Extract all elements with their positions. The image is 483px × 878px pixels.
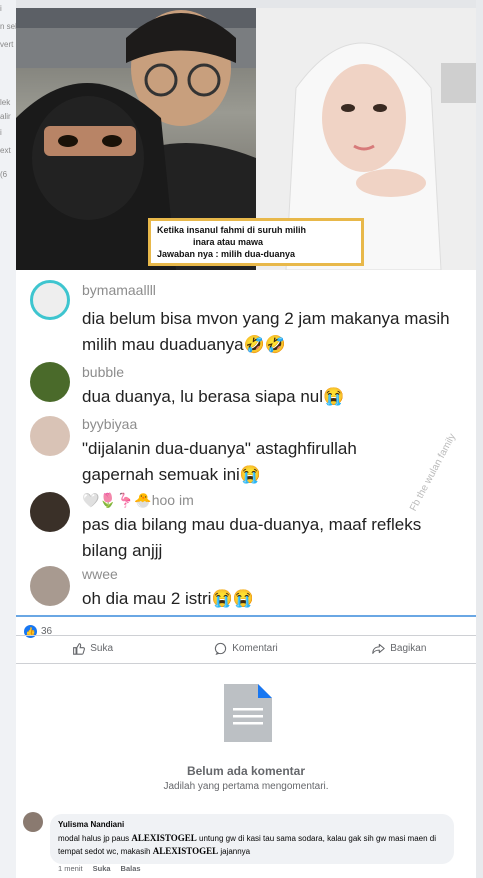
share-label: Bagikan	[390, 642, 427, 654]
comment-username: wwee	[82, 566, 118, 582]
post-card: Ketika insanul fahmi di suruh milih inar…	[16, 8, 476, 878]
comment-text: dia belum bisa mvon yang 2 jam makanya m…	[82, 309, 450, 354]
bg-fragment: alir	[0, 112, 11, 121]
share-icon	[372, 643, 385, 654]
comment-body: modal halus jp paus ALEXISTOGEL untung g…	[58, 832, 446, 858]
document-icon	[224, 684, 272, 742]
comment-username: bymamaallll	[82, 282, 156, 298]
avatar	[30, 362, 70, 402]
no-comments-subtitle: Jadilah yang pertama mengomentari.	[163, 781, 329, 792]
bg-fragment: i	[0, 4, 2, 13]
comment-text: oh dia mau 2 istri😭😭	[82, 589, 254, 608]
comment-text: jajannya	[218, 847, 251, 856]
photo-caption: Ketika insanul fahmi di suruh milih inar…	[148, 218, 364, 266]
share-button[interactable]: Bagikan	[323, 636, 476, 660]
comment-username: 🤍🌷🦩🐣hoo im	[82, 492, 194, 508]
comment-username: bubble	[82, 364, 125, 380]
avatar	[30, 416, 70, 456]
caption-line: inara atau mawa	[193, 237, 264, 247]
background-page-left: i n sel vert lek alir i ext (6	[0, 0, 16, 878]
like-button[interactable]: Suka	[16, 636, 169, 660]
bg-fragment: vert	[0, 40, 14, 49]
divider	[16, 663, 476, 664]
bg-fragment: (6	[0, 170, 8, 179]
avatar	[30, 280, 70, 320]
caption-line: Jawaban nya : milih dua-duanya	[157, 249, 296, 259]
comment-reply-button[interactable]: Balas	[121, 864, 141, 873]
comment-text: modal halus jp paus	[58, 834, 132, 843]
comment-bubble: Yulisma Nandiani modal halus jp paus ALE…	[50, 814, 454, 864]
avatar[interactable]	[23, 812, 43, 832]
comment-text: dua duanya, lu berasa siapa nul😭	[82, 387, 345, 406]
post-comments-image: bymamaallll dia belum bisa mvon yang 2 j…	[16, 270, 476, 615]
comment-meta: 1 menit Suka Balas	[58, 864, 141, 873]
background-page-right	[476, 0, 483, 878]
comment-text: pas dia bilang mau dua-duanya, maaf refl…	[82, 515, 422, 560]
like-label: Suka	[90, 642, 114, 654]
comment-like-button[interactable]: Suka	[93, 864, 111, 873]
commenter-name[interactable]: Yulisma Nandiani	[58, 819, 446, 830]
bg-fragment: n sel	[0, 22, 16, 31]
avatar	[30, 566, 70, 606]
image-bottom-border	[16, 615, 476, 617]
post-photo[interactable]: Ketika insanul fahmi di suruh milih inar…	[16, 8, 476, 270]
bg-fragment: ext	[0, 146, 11, 155]
comment-time[interactable]: 1 menit	[58, 864, 83, 873]
comment-label: Komentari	[232, 642, 278, 654]
comment-button[interactable]: Komentari	[169, 636, 322, 660]
comment-text: "dijalanin dua-duanya" astaghfirullah ga…	[82, 439, 357, 484]
comment-username: byybiyaa	[82, 416, 138, 432]
bg-fragment: lek	[0, 98, 11, 107]
post-actions: Suka Komentari Bagikan	[16, 636, 476, 660]
comment-icon	[215, 642, 227, 655]
comment-brand: ALEXISTOGEL	[131, 833, 197, 843]
bg-fragment: i	[0, 128, 2, 137]
thumbs-up-icon	[73, 642, 86, 655]
caption-line: Ketika insanul fahmi di suruh milih	[157, 225, 307, 235]
comment-brand: ALEXISTOGEL	[152, 846, 219, 856]
avatar	[30, 492, 70, 532]
no-comments-title: Belum ada komentar	[186, 764, 306, 778]
